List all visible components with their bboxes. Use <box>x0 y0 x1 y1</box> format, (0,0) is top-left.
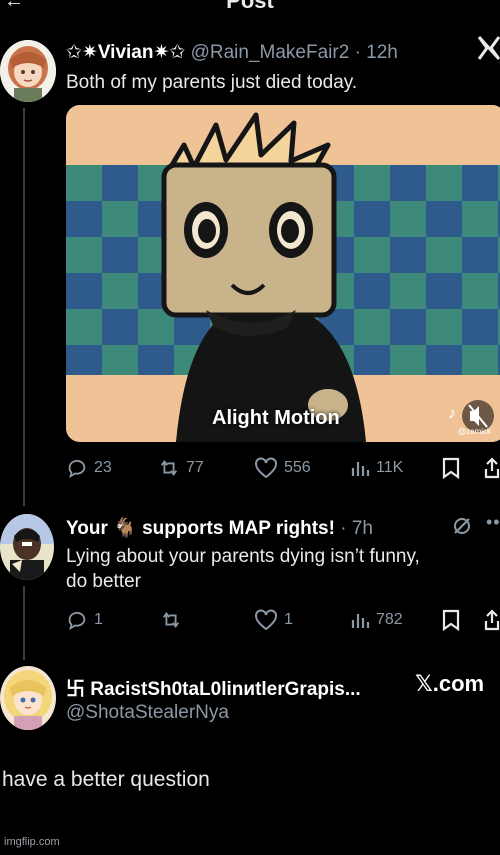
display-name-part2[interactable]: supports MAP rights! <box>142 518 335 539</box>
reply-count: 23 <box>94 459 112 476</box>
bookmark-button[interactable] <box>442 609 460 631</box>
like-count: 556 <box>284 459 311 476</box>
repost-button[interactable]: 77 <box>158 457 204 479</box>
avatar[interactable] <box>0 514 54 580</box>
share-icon <box>484 457 500 479</box>
like-count: 1 <box>284 611 293 628</box>
page-title: Post <box>226 0 274 13</box>
reply-button[interactable]: 1 <box>66 609 103 631</box>
display-name[interactable]: RacistSh0taL0linиtlerGrapis... <box>90 679 360 700</box>
share-icon <box>484 609 500 631</box>
views-icon <box>351 462 370 476</box>
goat-emoji-icon: 🐐 <box>113 518 137 539</box>
reply-icon <box>68 611 86 631</box>
tiktok-icon: ♪ <box>448 405 456 422</box>
like-button[interactable]: 1 <box>254 609 293 631</box>
views-icon <box>351 614 370 628</box>
timestamp[interactable]: · 12h <box>355 42 398 63</box>
like-button[interactable]: 556 <box>254 457 311 479</box>
reply-button[interactable]: 23 <box>66 457 112 479</box>
tweet-actions: 1 1 782 <box>0 608 500 632</box>
tweet1-header: ✩✷Vivian✷✩ @Rain_MakeFair2 · 12h <box>66 41 398 64</box>
x-com-label[interactable]: 𝕏.com <box>415 671 484 697</box>
tweet-actions: 23 77 556 11K <box>0 456 500 480</box>
views-button[interactable]: 11K <box>350 458 403 478</box>
media-image[interactable]: Alight Motion @zamick ♪ <box>66 105 500 442</box>
x-logo-icon[interactable] <box>477 34 500 68</box>
bookmark-icon <box>442 457 460 479</box>
repost-button[interactable] <box>160 609 188 631</box>
handle[interactable]: @Rain_MakeFair2 <box>191 42 350 63</box>
reply-count: 1 <box>94 611 103 628</box>
handle[interactable]: @ShotaStealerNya <box>66 702 229 724</box>
tweet-text: Both of my parents just died today. <box>66 72 358 93</box>
avatar[interactable] <box>0 666 56 730</box>
tweet-text-line1: Lying about your parents dying isn’t fun… <box>66 546 420 567</box>
tweet2-header: Your 🐐 supports MAP rights! · 7h <box>66 516 373 540</box>
bottom-text: have a better question <box>2 768 210 791</box>
heart-icon <box>255 609 277 631</box>
tweet-text: Lying about your parents dying isn’t fun… <box>66 544 420 594</box>
media-overlay-text: Alight Motion <box>212 407 340 429</box>
tweet-text-line2: do better <box>66 571 141 592</box>
display-name[interactable]: ✩✷Vivian✷✩ <box>66 42 185 63</box>
bookmark-button[interactable] <box>442 457 460 479</box>
hidden-reply-icon[interactable] <box>452 516 472 541</box>
repost-count: 77 <box>186 459 204 476</box>
bookmark-icon <box>442 609 460 631</box>
share-button[interactable] <box>484 457 500 479</box>
watermark: imgflip.com <box>4 836 60 848</box>
more-icon[interactable]: •• <box>486 512 500 533</box>
views-count: 782 <box>376 611 403 628</box>
timestamp[interactable]: · 7h <box>340 518 373 539</box>
display-name-part1[interactable]: Your <box>66 518 108 539</box>
thread-line <box>23 108 25 506</box>
views-button[interactable]: 782 <box>350 610 403 630</box>
reply-icon <box>68 459 86 479</box>
tweet3-header: 卐 RacistSh0taL0linиtlerGrapis... <box>66 674 361 701</box>
repost-icon <box>160 460 178 476</box>
repost-icon <box>162 612 180 628</box>
share-button[interactable] <box>484 609 500 631</box>
avatar[interactable] <box>0 40 56 102</box>
symbol: 卐 <box>66 679 86 700</box>
media-watermark: @zamick <box>458 427 492 436</box>
views-count: 11K <box>376 459 404 476</box>
heart-icon <box>255 457 277 479</box>
